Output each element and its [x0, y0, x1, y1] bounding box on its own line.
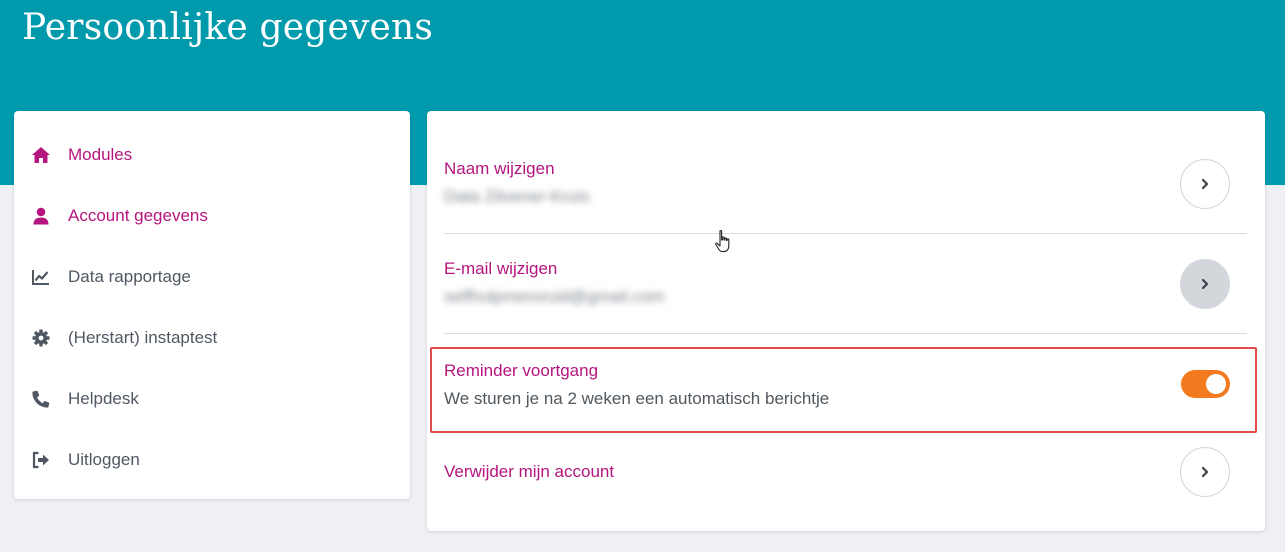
sidebar-item-label: Data rapportage [68, 266, 191, 286]
chevron-right-icon [1201, 178, 1209, 190]
divider [444, 333, 1247, 334]
sidebar-item-label: (Herstart) instaptest [68, 327, 218, 347]
change-email-link[interactable]: E-mail wijzigen [444, 259, 557, 279]
sign-out-icon [31, 450, 51, 470]
phone-icon [31, 389, 51, 409]
current-email-value: selfhulpmeroruid@gmail.com [444, 287, 665, 306]
sidebar-item-label: Helpdesk [68, 388, 139, 408]
sidebar-nav: Modules Account gegevens Data rapportage [14, 111, 410, 490]
sidebar: Modules Account gegevens Data rapportage [14, 111, 410, 499]
chevron-right-icon [1201, 466, 1209, 478]
delete-account-link[interactable]: Verwijder mijn account [444, 462, 614, 482]
reminder-description: We sturen je na 2 weken een automatisch … [444, 389, 830, 408]
page-title: Persoonlijke gegevens [22, 7, 434, 48]
sidebar-item-helpdesk[interactable]: Helpdesk [14, 368, 410, 429]
change-name-button[interactable] [1180, 159, 1230, 209]
sidebar-item-data-rapportage[interactable]: Data rapportage [14, 246, 410, 307]
change-name-link[interactable]: Naam wijzigen [444, 159, 555, 179]
setting-row-email[interactable]: E-mail wijzigen selfhulpmeroruid@gmail.c… [444, 247, 1247, 327]
sidebar-item-account-gegevens[interactable]: Account gegevens [14, 185, 410, 246]
sidebar-item-herstart-instaptest[interactable]: (Herstart) instaptest [14, 307, 410, 368]
setting-row-reminder[interactable]: Reminder voortgang We sturen je na 2 wek… [444, 351, 1247, 421]
settings-card: Naam wijzigen Data Zilvener-Kruis E-mail… [427, 111, 1265, 531]
sidebar-item-label: Uitloggen [68, 449, 140, 469]
setting-row-delete[interactable]: Verwijder mijn account [444, 447, 1247, 517]
toggle-knob [1206, 374, 1226, 394]
home-icon [31, 145, 51, 165]
setting-row-name[interactable]: Naam wijzigen Data Zilvener-Kruis [444, 147, 1247, 227]
chevron-right-icon [1201, 278, 1209, 290]
sidebar-item-uitloggen[interactable]: Uitloggen [14, 429, 410, 490]
sidebar-item-label: Account gegevens [68, 205, 208, 225]
divider [444, 233, 1247, 234]
sidebar-item-modules[interactable]: Modules [14, 124, 410, 185]
current-name-value: Data Zilvener-Kruis [444, 187, 590, 206]
chart-line-icon [31, 267, 51, 287]
reminder-toggle[interactable] [1181, 370, 1230, 398]
delete-account-button[interactable] [1180, 447, 1230, 497]
user-icon [31, 206, 51, 226]
reminder-label: Reminder voortgang [444, 361, 599, 380]
change-email-button[interactable] [1180, 259, 1230, 309]
sidebar-item-label: Modules [68, 144, 133, 164]
gear-icon [31, 328, 51, 348]
